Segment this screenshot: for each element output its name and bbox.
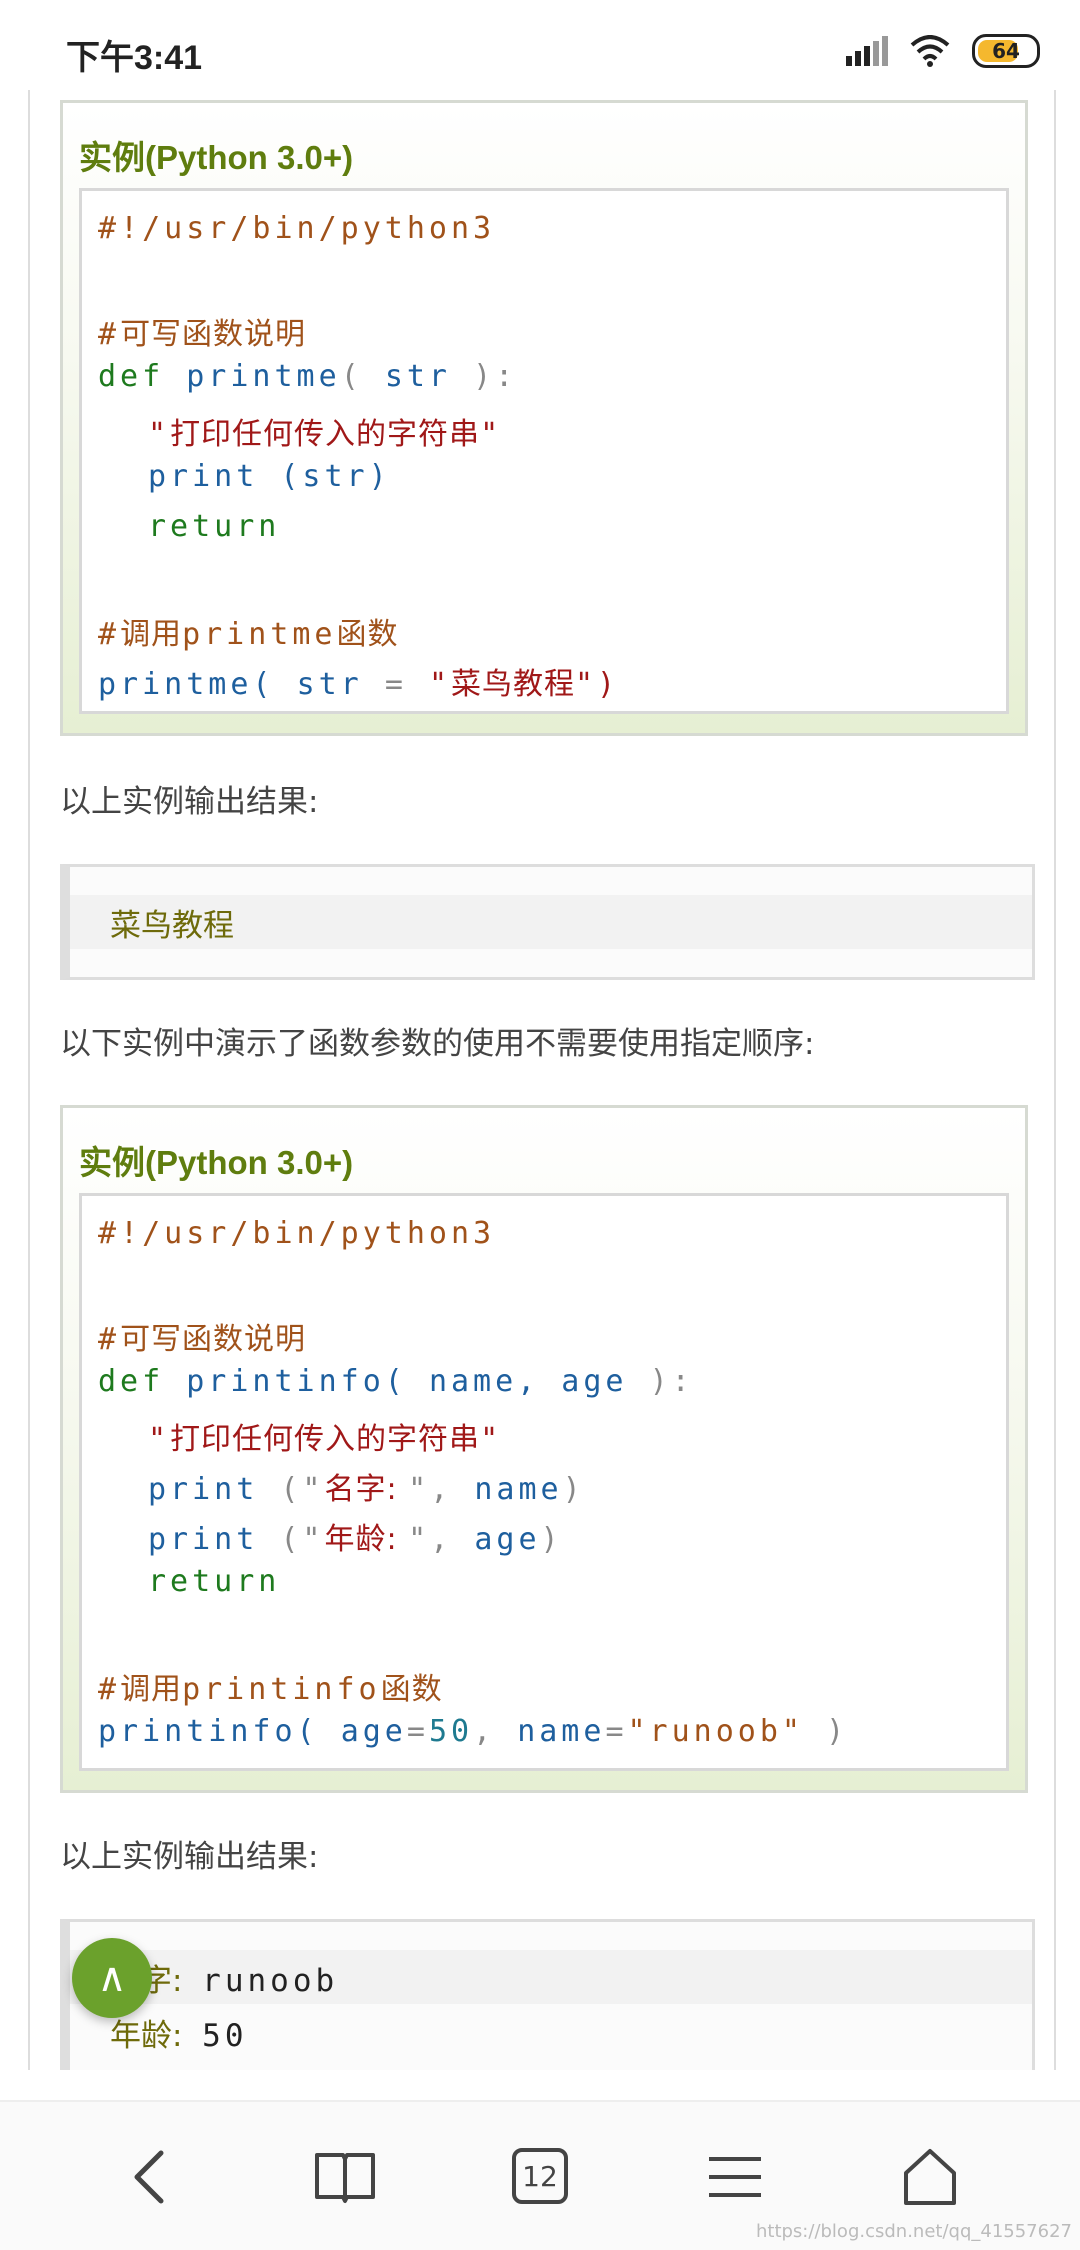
code-string: 菜鸟教程 xyxy=(451,667,575,702)
code-return: return xyxy=(148,509,281,544)
code-comment-fn: printme xyxy=(182,617,337,652)
code-comment-hash: # xyxy=(98,317,121,352)
code-comment-hash: # xyxy=(98,1322,121,1357)
code-args: (str) xyxy=(280,459,391,494)
code-var: name xyxy=(474,1472,563,1507)
code-comment-fn: printinfo xyxy=(182,1672,381,1707)
status-icons: 64 xyxy=(846,34,1040,68)
code-comma: , xyxy=(473,1714,496,1749)
code-eq: = xyxy=(384,667,407,702)
code-def: def xyxy=(98,1364,165,1399)
page-content: 实例(Python 3.0+) #!/usr/bin/python3 #可写函数… xyxy=(28,90,1056,2070)
watermark-url: https://blog.csdn.net/qq_41557627 xyxy=(755,2221,1072,2242)
code-comment-hash: # xyxy=(98,1672,121,1707)
menu-button[interactable] xyxy=(690,2132,780,2222)
bookmarks-button[interactable] xyxy=(300,2132,390,2222)
example-title: 实例(Python 3.0+) xyxy=(79,139,354,176)
code-paren: ) xyxy=(562,1472,585,1507)
code-param: str xyxy=(384,359,451,394)
example-block-1: 实例(Python 3.0+) #!/usr/bin/python3 #可写函数… xyxy=(60,100,1028,736)
back-icon xyxy=(134,2150,164,2204)
code-quote: ", xyxy=(408,1522,453,1557)
code-params: name, age xyxy=(428,1364,628,1399)
book-icon xyxy=(315,2153,375,2203)
home-button[interactable] xyxy=(885,2132,975,2222)
code-docstring: 打印任何传入的字符串 xyxy=(170,1422,481,1457)
bottom-nav-bar: 12 https://blog.csdn.net/qq_41557627 xyxy=(0,2100,1080,2250)
code-string: 名字: xyxy=(324,1472,409,1507)
code-quote: ") xyxy=(575,667,620,702)
code-comment: 函数 xyxy=(336,617,399,652)
tabs-button[interactable]: 12 xyxy=(495,2132,585,2222)
code-paren: ( xyxy=(340,359,363,394)
output-value: 50 xyxy=(202,2018,248,2054)
code-paren: ): xyxy=(473,359,518,394)
code-print: print xyxy=(148,459,259,494)
code-quote: " xyxy=(480,417,503,452)
example-title: 实例(Python 3.0+) xyxy=(79,1144,354,1181)
output-line: 年龄: 50 xyxy=(110,2010,248,2055)
back-button[interactable] xyxy=(105,2132,195,2222)
code-comment: 调用 xyxy=(120,1672,183,1707)
code-def: def xyxy=(98,359,165,394)
output-block-1: 菜鸟教程 xyxy=(60,864,1035,980)
output-block-2: 名字: runoob 年龄: 50 xyxy=(60,1919,1035,2070)
code-docstring: 打印任何传入的字符串 xyxy=(170,417,481,452)
code-quote: " xyxy=(148,417,171,452)
code-block: #!/usr/bin/python3 #可写函数说明 def printinfo… xyxy=(79,1193,1009,1771)
code-arg: str xyxy=(296,667,363,702)
code-print: print xyxy=(148,1522,259,1557)
output-value: runoob xyxy=(202,1963,339,1999)
code-return: return xyxy=(148,1564,281,1599)
battery-level: 64 xyxy=(992,39,1020,63)
code-string: 年龄: xyxy=(324,1522,409,1557)
code-quote: " xyxy=(480,1422,503,1457)
code-comment: 可写函数说明 xyxy=(120,1322,307,1357)
code-comment: 调用 xyxy=(120,617,183,652)
battery-icon: 64 xyxy=(972,34,1040,68)
code-print: print xyxy=(148,1472,259,1507)
code-call: printinfo( xyxy=(98,1714,319,1749)
code-eq: = xyxy=(605,1714,628,1749)
code-fn: printme xyxy=(186,359,341,394)
code-comment-hash: # xyxy=(98,617,121,652)
example-block-2: 实例(Python 3.0+) #!/usr/bin/python3 #可写函数… xyxy=(60,1105,1028,1793)
code-eq: = xyxy=(406,1714,429,1749)
code-paren: ): xyxy=(649,1364,694,1399)
output-label: 年龄: xyxy=(110,2018,183,2054)
code-block: #!/usr/bin/python3 #可写函数说明 def printme( … xyxy=(79,188,1009,714)
code-number: 50 xyxy=(428,1714,474,1749)
wifi-icon xyxy=(910,35,950,67)
home-icon xyxy=(904,2149,956,2205)
code-quote: " xyxy=(148,1422,171,1457)
code-quote: ", xyxy=(408,1472,453,1507)
code-shebang: #!/usr/bin/python3 xyxy=(98,1216,496,1251)
status-time: 下午3:41 xyxy=(66,39,203,77)
code-arg: age xyxy=(340,1714,407,1749)
output-heading-1: 以上实例输出结果: xyxy=(60,784,319,820)
output-heading-2: 以上实例输出结果: xyxy=(60,1839,319,1875)
tabs-count: 12 xyxy=(522,2160,558,2193)
code-arg: name xyxy=(517,1714,606,1749)
menu-icon xyxy=(709,2157,761,2197)
code-quote: " xyxy=(428,667,451,702)
code-call: printme( xyxy=(98,667,275,702)
signal-icon xyxy=(846,36,888,66)
code-string: "runoob" xyxy=(627,1714,804,1749)
code-var: age xyxy=(474,1522,541,1557)
output-line: 菜鸟教程 xyxy=(110,908,234,944)
code-paren: (" xyxy=(280,1472,325,1507)
code-shebang: #!/usr/bin/python3 xyxy=(98,211,496,246)
description-text: 以下实例中演示了函数参数的使用不需要使用指定顺序: xyxy=(60,1026,815,1062)
code-comment: 函数 xyxy=(380,1672,443,1707)
code-comment: 可写函数说明 xyxy=(120,317,307,352)
code-fn: printinfo( xyxy=(186,1364,407,1399)
status-bar: 下午3:41 64 xyxy=(0,0,1080,90)
code-paren: ) xyxy=(826,1714,849,1749)
code-paren: (" xyxy=(280,1522,325,1557)
back-to-top-button[interactable]: ∧ xyxy=(72,1938,152,2018)
code-paren: ) xyxy=(540,1522,563,1557)
